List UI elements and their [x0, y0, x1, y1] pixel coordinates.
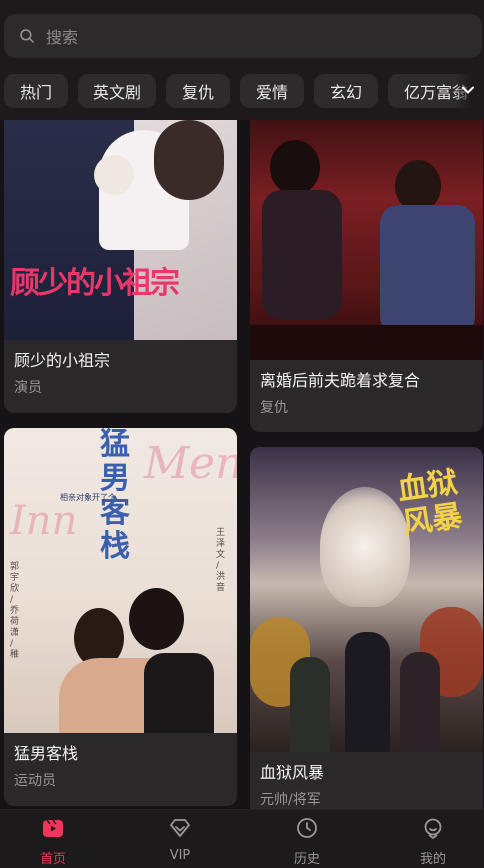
tab-romance[interactable]: 爱情 — [240, 74, 304, 108]
poster-title: 血狱风暴 — [395, 464, 465, 542]
drama-poster: 顾少的小祖宗 — [4, 120, 237, 340]
drama-tag: 演员 — [14, 380, 42, 396]
bottom-nav: 首页 VIP 历史 我的 — [0, 809, 484, 868]
poster-cast-right: 王泽文 / 洪音 — [216, 528, 226, 593]
home-clapper-icon — [43, 819, 63, 837]
drama-title: 猛男客栈 — [14, 744, 79, 763]
tab-fantasy[interactable]: 玄幻 — [314, 74, 378, 108]
drama-card[interactable]: 血狱风暴 血狱风暴 元帅/将军 — [250, 447, 483, 809]
diamond-icon — [170, 819, 190, 837]
chevron-down-icon[interactable] — [460, 82, 476, 98]
drama-title: 离婚后前夫跪着求复合 — [260, 371, 421, 390]
tab-hot[interactable]: 热门 — [4, 74, 68, 108]
drama-feed[interactable]: 顾少的小祖宗 顾少的小祖宗 演员 离婚后前夫跪着求复合 复仇 Meng Inn … — [0, 120, 484, 809]
drama-poster: 血狱风暴 — [250, 447, 483, 752]
drama-tag: 复仇 — [260, 400, 288, 416]
clock-icon — [297, 818, 317, 838]
nav-label: 历史 — [293, 852, 320, 867]
search-placeholder: 搜索 — [46, 28, 79, 47]
poster-subtitle: 相亲对象开了个 — [60, 493, 116, 502]
drama-poster — [250, 120, 483, 360]
drama-title: 顾少的小祖宗 — [14, 351, 111, 370]
poster-cast-left: 郭宇欣 / 乔荷潇 / 稚 — [10, 562, 20, 660]
nav-label: 我的 — [419, 852, 446, 867]
tab-revenge[interactable]: 复仇 — [166, 74, 230, 108]
poster-title: 顾少的小祖宗 — [10, 266, 180, 301]
drama-tag: 运动员 — [14, 773, 56, 789]
drama-card[interactable]: 顾少的小祖宗 顾少的小祖宗 演员 — [4, 120, 237, 413]
nav-label: 首页 — [39, 852, 66, 867]
tab-english-drama[interactable]: 英文剧 — [78, 74, 156, 108]
search-icon — [20, 29, 34, 43]
drama-poster: Meng Inn 猛男客栈 相亲对象开了个 郭宇欣 / 乔荷潇 / 稚 王泽文 … — [4, 428, 237, 733]
user-icon — [424, 818, 442, 839]
drama-title: 血狱风暴 — [260, 763, 325, 782]
nav-home[interactable]: 首页 — [13, 816, 93, 867]
nav-vip[interactable]: VIP — [140, 816, 220, 863]
search-bar[interactable]: 搜索 — [4, 14, 482, 58]
category-tabs: 热门 英文剧 复仇 爱情 玄幻 亿万富翁 — [4, 74, 484, 110]
drama-card[interactable]: 离婚后前夫跪着求复合 复仇 — [250, 120, 483, 432]
nav-profile[interactable]: 我的 — [393, 816, 473, 867]
nav-history[interactable]: 历史 — [267, 816, 347, 867]
drama-card[interactable]: Meng Inn 猛男客栈 相亲对象开了个 郭宇欣 / 乔荷潇 / 稚 王泽文 … — [4, 428, 237, 806]
drama-tag: 元帅/将军 — [260, 792, 321, 808]
nav-label: VIP — [169, 848, 191, 863]
